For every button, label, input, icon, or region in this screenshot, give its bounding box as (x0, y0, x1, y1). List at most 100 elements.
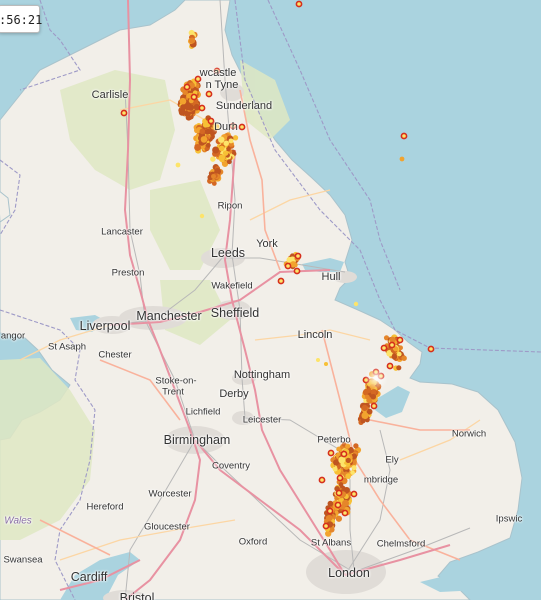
strike-marker (120, 109, 128, 117)
place-label-lichfield: Lichfield (185, 406, 221, 418)
place-label-angor: angor (0, 330, 26, 342)
strike-marker (238, 123, 246, 131)
place-label-chester: Chester (98, 349, 132, 361)
place-label-hereford: Hereford (86, 501, 124, 513)
place-label-birmingham: Birmingham (163, 433, 231, 447)
strike-marker (199, 128, 206, 135)
strike-marker (189, 37, 196, 44)
strike-marker (205, 90, 213, 98)
strike-marker (210, 156, 216, 162)
strike-marker (365, 394, 370, 400)
strike-marker (200, 136, 208, 143)
place-label-st-albans: St Albans (310, 537, 352, 549)
strike-marker (325, 515, 333, 522)
place-label-cardiff: Cardiff (70, 570, 108, 584)
place-label-liverpool: Liverpool (79, 319, 131, 333)
strike-marker (232, 135, 239, 141)
place-label-lancaster: Lancaster (101, 226, 143, 238)
place-label-swansea: Swansea (3, 554, 43, 566)
place-label-durham: Durh (214, 121, 238, 133)
strike-marker (293, 267, 301, 275)
strike-marker (207, 117, 215, 125)
strike-marker (336, 474, 344, 482)
strike-marker (218, 145, 225, 152)
strike-marker (284, 262, 292, 270)
strike-marker (223, 140, 230, 146)
strike-marker (396, 365, 402, 371)
strike-marker (218, 136, 225, 143)
strike-marker (338, 482, 344, 487)
strike-marker (322, 522, 330, 530)
strike-marker (386, 362, 394, 370)
strike-marker (340, 450, 348, 458)
place-label-oxford: Oxford (238, 536, 268, 548)
strike-marker (380, 344, 388, 352)
strike-marker (326, 507, 334, 515)
time-display: :56:21 (0, 5, 42, 33)
strike-marker (388, 341, 396, 349)
place-label-hull: Hull (321, 271, 341, 283)
place-label-wales: Wales (4, 515, 32, 527)
place-label-ripon: Ripon (217, 200, 243, 212)
strike-marker (342, 499, 349, 507)
place-label-norwich: Norwich (451, 428, 487, 440)
strike-marker (353, 301, 359, 307)
strike-marker (186, 93, 192, 99)
strike-marker (338, 456, 346, 464)
strike-marker (294, 252, 302, 260)
strike-marker (218, 154, 226, 161)
place-label-ipswich: Ipswic (495, 513, 523, 525)
strike-marker (332, 466, 338, 472)
strike-marker (222, 150, 229, 156)
place-label-leeds: Leeds (210, 246, 246, 260)
place-label-worcester: Worcester (148, 488, 192, 500)
strike-marker (327, 449, 335, 457)
strike-marker (199, 213, 205, 219)
strike-marker (211, 173, 216, 179)
strike-marker (345, 457, 351, 464)
place-label-wakefield: Wakefield (211, 280, 253, 292)
strike-marker (350, 470, 355, 475)
strike-marker (391, 353, 397, 359)
place-label-newcastle-b: n Tyne (205, 79, 239, 91)
strike-marker (396, 336, 404, 344)
place-label-coventry: Coventry (211, 460, 251, 472)
strike-marker (361, 404, 368, 412)
place-label-lincoln: Lincoln (297, 329, 333, 341)
place-label-stoke-b: Trent (162, 386, 184, 398)
place-label-peterborough: Peterbo (317, 434, 351, 446)
place-label-cambridge: mbridge (363, 474, 399, 486)
strike-marker (198, 104, 206, 112)
strike-marker (190, 93, 198, 101)
place-label-london: London (328, 566, 370, 580)
strike-marker (277, 277, 285, 285)
place-label-york: York (256, 238, 278, 250)
lightning-map[interactable]: :56:21 wcastle n Tyne Sunderland Durh Carlis… (0, 0, 541, 600)
strike-marker (184, 103, 191, 110)
place-label-derby: Derby (219, 388, 249, 400)
place-label-stoke-a: Stoke-on- (155, 375, 197, 387)
basemap (0, 0, 541, 600)
strike-marker (401, 355, 407, 361)
place-label-nottingham: Nottingham (233, 369, 291, 381)
strike-marker (360, 418, 366, 424)
place-label-carlisle: Carlisle (91, 89, 129, 101)
place-label-bristol: Bristol (119, 591, 155, 600)
strike-marker (175, 162, 181, 168)
strike-marker (370, 393, 377, 400)
place-label-st-asaph: St Asaph (47, 341, 87, 353)
strike-marker (370, 402, 378, 410)
strike-marker (226, 159, 232, 165)
strike-marker (334, 501, 342, 509)
strike-marker (353, 443, 359, 449)
strike-marker (324, 362, 328, 366)
strike-marker (318, 476, 326, 484)
place-label-leicester: Leicester (242, 414, 282, 426)
strike-marker (194, 144, 202, 151)
strike-marker (427, 345, 435, 353)
place-label-newcastle-a: wcastle (199, 67, 237, 79)
strike-marker (400, 132, 408, 140)
place-label-manchester: Manchester (136, 309, 202, 323)
place-label-gloucester: Gloucester (144, 521, 190, 533)
strike-marker (316, 358, 320, 362)
